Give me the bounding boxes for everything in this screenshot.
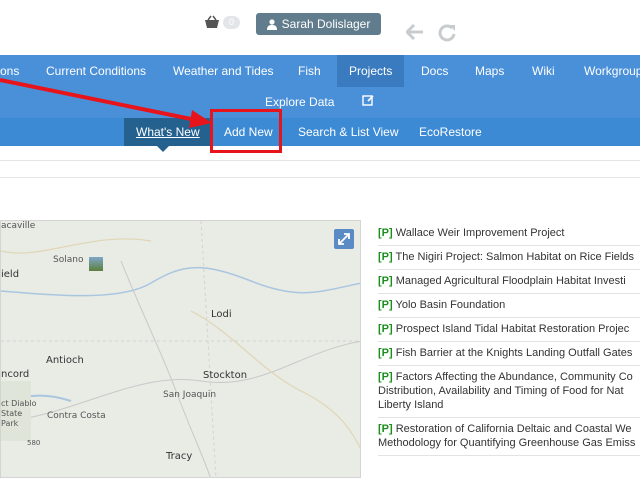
active-tab-caret: [157, 146, 169, 152]
project-list: [P] Wallace Weir Improvement Project [P]…: [378, 222, 640, 456]
user-name: Sarah Dolislager: [281, 17, 371, 31]
list-item[interactable]: [P] The Nigiri Project: Salmon Habitat o…: [378, 246, 640, 270]
list-item[interactable]: [P] Fish Barrier at the Knights Landing …: [378, 342, 640, 366]
map-label: Solano: [53, 255, 84, 265]
subnav-ecorestore[interactable]: EcoRestore: [419, 118, 482, 146]
project-marker-thumbnail[interactable]: [89, 257, 103, 271]
list-item[interactable]: [P] Wallace Weir Improvement Project: [378, 222, 640, 246]
subnav-search-list-view[interactable]: Search & List View: [298, 118, 399, 146]
nav-item-docs[interactable]: Docs: [421, 55, 448, 87]
map-label: San Joaquin: [163, 390, 217, 400]
list-item[interactable]: [P] Factors Affecting the Abundance, Com…: [378, 366, 640, 418]
annotation-arrow: [0, 78, 212, 128]
map-label: Lodi: [211, 309, 232, 320]
cart-count-badge: 0: [223, 15, 241, 29]
map-label: Contra Costa: [47, 411, 106, 421]
map-label: 580: [27, 439, 41, 447]
project-map[interactable]: acaville Solano ield Lodi Antioch ncord …: [0, 220, 361, 478]
list-item[interactable]: [P] Prospect Island Tidal Habitat Restor…: [378, 318, 640, 342]
nav-item-projects[interactable]: Projects: [337, 55, 405, 87]
map-label: Stockton: [203, 370, 248, 381]
list-item[interactable]: [P] Managed Agricultural Floodplain Habi…: [378, 270, 640, 294]
nav-item-wiki[interactable]: Wiki: [532, 55, 555, 87]
cart-button[interactable]: 0: [204, 15, 241, 29]
map-label: Tracy: [166, 451, 193, 462]
nav-item-maps[interactable]: Maps: [475, 55, 504, 87]
user-menu-button[interactable]: Sarah Dolislager: [256, 13, 381, 35]
nav-item-fish[interactable]: Fish: [298, 55, 321, 87]
content-divider: [0, 160, 640, 178]
list-item[interactable]: [P] Yolo Basin Foundation: [378, 294, 640, 318]
map-label: Antioch: [46, 355, 84, 366]
expand-icon: [338, 233, 350, 245]
refresh-icon[interactable]: [438, 24, 456, 42]
user-icon: [266, 18, 277, 30]
highlight-box: [210, 109, 282, 153]
back-arrow-icon[interactable]: [406, 24, 424, 40]
list-item[interactable]: [P] Restoration of California Deltaic an…: [378, 418, 640, 456]
expand-map-button[interactable]: [334, 229, 354, 249]
map-label: ct Diablo State Park: [1, 399, 37, 428]
nav-item-workgroup[interactable]: Workgroup: [584, 55, 640, 87]
edit-icon[interactable]: [362, 94, 375, 108]
map-label: acaville: [1, 221, 36, 231]
map-label: ncord: [1, 369, 30, 380]
map-label: ield: [1, 269, 20, 280]
shopping-basket-icon: [205, 15, 219, 28]
